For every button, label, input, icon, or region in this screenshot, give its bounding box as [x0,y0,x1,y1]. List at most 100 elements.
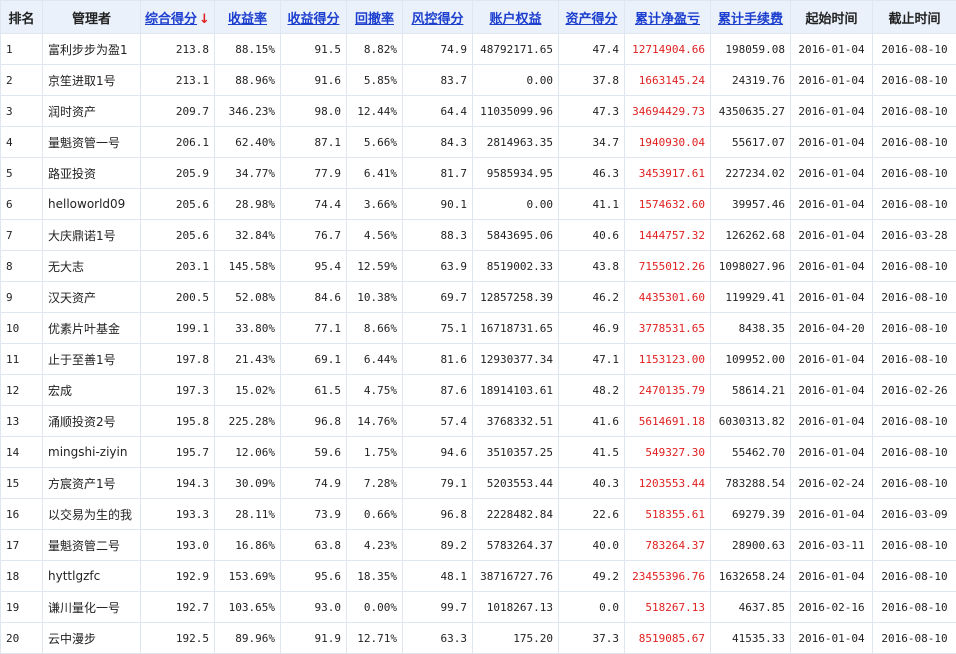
asset-score-cell: 47.4 [559,34,625,65]
asset-score-cell: 37.8 [559,65,625,96]
start-date-cell: 2016-02-24 [791,468,873,499]
drawdown-rate-cell: 6.44% [347,344,403,375]
table-row: 5路亚投资205.934.77%77.96.41%81.79585934.954… [1,158,956,189]
total-score-cell: 192.5 [141,623,215,654]
start-date-cell: 2016-01-04 [791,499,873,530]
sort-link[interactable]: 综合得分 [145,12,197,27]
column-header-5[interactable]: 回撤率 [347,1,403,34]
risk-score-cell: 57.4 [403,406,473,437]
manager-cell: 量魁资管二号 [43,530,141,561]
column-header-9[interactable]: 累计净盈亏 [625,1,711,34]
cumulative-pnl-cell: 4435301.60 [625,282,711,313]
column-header-3[interactable]: 收益率 [215,1,281,34]
rank-cell: 19 [1,592,43,623]
start-date-cell: 2016-01-04 [791,127,873,158]
account-equity-cell: 1018267.13 [473,592,559,623]
risk-score-cell: 94.6 [403,437,473,468]
end-date-cell: 2016-08-10 [873,344,956,375]
asset-score-cell: 46.9 [559,313,625,344]
sort-link[interactable]: 风控得分 [411,12,463,27]
risk-score-cell: 87.6 [403,375,473,406]
sort-desc-arrow-icon: ↓ [199,12,210,27]
sort-link[interactable]: 累计手续费 [718,12,783,27]
return-score-cell: 84.6 [281,282,347,313]
return-rate-cell: 15.02% [215,375,281,406]
table-row: 10优素片叶基金199.133.80%77.18.66%75.116718731… [1,313,956,344]
risk-score-cell: 63.9 [403,251,473,282]
total-score-cell: 192.9 [141,561,215,592]
cumulative-pnl-cell: 1153123.00 [625,344,711,375]
sort-link[interactable]: 收益率 [228,12,267,27]
total-score-cell: 203.1 [141,251,215,282]
sort-link[interactable]: 资产得分 [565,12,617,27]
drawdown-rate-cell: 0.66% [347,499,403,530]
drawdown-rate-cell: 8.66% [347,313,403,344]
risk-score-cell: 84.3 [403,127,473,158]
cumulative-fee-cell: 783288.54 [711,468,791,499]
drawdown-rate-cell: 8.82% [347,34,403,65]
manager-cell: 云中漫步 [43,623,141,654]
cumulative-pnl-cell: 23455396.76 [625,561,711,592]
start-date-cell: 2016-01-04 [791,189,873,220]
drawdown-rate-cell: 6.41% [347,158,403,189]
return-rate-cell: 28.98% [215,189,281,220]
asset-score-cell: 43.8 [559,251,625,282]
table-row: 14mingshi-ziyin195.712.06%59.61.75%94.63… [1,437,956,468]
rank-cell: 2 [1,65,43,96]
column-header-8[interactable]: 资产得分 [559,1,625,34]
total-score-cell: 199.1 [141,313,215,344]
cumulative-pnl-cell: 518355.61 [625,499,711,530]
cumulative-pnl-cell: 12714904.66 [625,34,711,65]
table-row: 19谦川量化一号192.7103.65%93.00.00%99.71018267… [1,592,956,623]
cumulative-fee-cell: 58614.21 [711,375,791,406]
start-date-cell: 2016-01-04 [791,344,873,375]
return-rate-cell: 52.08% [215,282,281,313]
account-equity-cell: 175.20 [473,623,559,654]
column-header-4[interactable]: 收益得分 [281,1,347,34]
rank-cell: 3 [1,96,43,127]
column-header-10[interactable]: 累计手续费 [711,1,791,34]
return-score-cell: 96.8 [281,406,347,437]
sort-link[interactable]: 累计净盈亏 [635,12,700,27]
cumulative-pnl-cell: 3778531.65 [625,313,711,344]
sort-link[interactable]: 收益得分 [287,12,339,27]
manager-cell: 方宸资产1号 [43,468,141,499]
sort-link[interactable]: 回撤率 [355,12,394,27]
drawdown-rate-cell: 1.75% [347,437,403,468]
return-rate-cell: 225.28% [215,406,281,437]
asset-score-cell: 0.0 [559,592,625,623]
table-row: 1富利步步为盈1213.888.15%91.58.82%74.948792171… [1,34,956,65]
cumulative-fee-cell: 126262.68 [711,220,791,251]
rank-cell: 14 [1,437,43,468]
manager-cell: 润时资产 [43,96,141,127]
cumulative-fee-cell: 4637.85 [711,592,791,623]
cumulative-fee-cell: 109952.00 [711,344,791,375]
manager-cell: 涌顺投资2号 [43,406,141,437]
rank-cell: 11 [1,344,43,375]
return-rate-cell: 62.40% [215,127,281,158]
table-row: 11止于至善1号197.821.43%69.16.44%81.612930377… [1,344,956,375]
table-row: 15方宸资产1号194.330.09%74.97.28%79.15203553.… [1,468,956,499]
manager-cell: 以交易为生的我 [43,499,141,530]
asset-score-cell: 41.6 [559,406,625,437]
column-header-6[interactable]: 风控得分 [403,1,473,34]
cumulative-pnl-cell: 1663145.24 [625,65,711,96]
column-header-7[interactable]: 账户权益 [473,1,559,34]
sort-link[interactable]: 账户权益 [489,12,541,27]
risk-score-cell: 89.2 [403,530,473,561]
risk-score-cell: 63.3 [403,623,473,654]
cumulative-pnl-cell: 34694429.73 [625,96,711,127]
start-date-cell: 2016-01-04 [791,96,873,127]
asset-score-cell: 48.2 [559,375,625,406]
asset-score-cell: 34.7 [559,127,625,158]
return-rate-cell: 30.09% [215,468,281,499]
manager-cell: 京笙进取1号 [43,65,141,96]
cumulative-pnl-cell: 8519085.67 [625,623,711,654]
drawdown-rate-cell: 10.38% [347,282,403,313]
return-score-cell: 77.1 [281,313,347,344]
total-score-cell: 194.3 [141,468,215,499]
cumulative-fee-cell: 4350635.27 [711,96,791,127]
manager-cell: 路亚投资 [43,158,141,189]
table-row: 9汉天资产200.552.08%84.610.38%69.712857258.3… [1,282,956,313]
column-header-2[interactable]: 综合得分↓ [141,1,215,34]
